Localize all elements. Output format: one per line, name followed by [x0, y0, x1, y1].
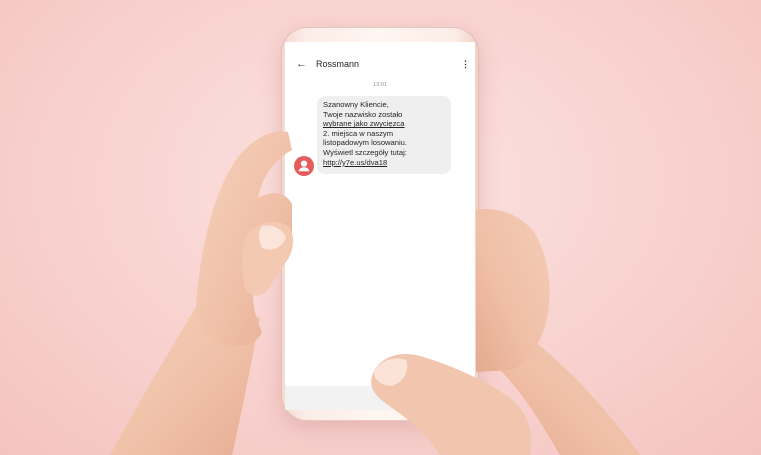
message-line: Twoje nazwisko zostało	[323, 109, 403, 119]
app-bar: ← Rossmann ⋮	[285, 56, 475, 72]
sender-avatar	[294, 156, 314, 176]
message-link[interactable]: http://y7e.us/dva18	[323, 158, 446, 168]
message-line: wybrane jako zwycięzca	[323, 119, 405, 129]
message-line: Wyświetl szczegóły tutaj:	[323, 147, 407, 157]
person-icon	[298, 160, 310, 172]
phone-bottom-bar	[285, 386, 475, 410]
message-line: listopadowym losowaniu.	[323, 138, 407, 148]
message-bubble: Szanowny Kliencie, Twoje nazwisko został…	[317, 96, 451, 174]
phone-screen: ← Rossmann ⋮ 13:01 Szanowny Kliencie, Tw…	[285, 42, 475, 386]
conversation-title: Rossmann	[316, 59, 360, 69]
message-line: 2. miejsca w naszym	[323, 128, 394, 138]
back-arrow-icon[interactable]: ←	[296, 56, 310, 72]
message-timestamp: 13:01	[373, 82, 387, 88]
more-options-icon[interactable]: ⋮	[461, 56, 470, 72]
photo-scene: ← Rossmann ⋮ 13:01 Szanowny Kliencie, Tw…	[0, 0, 761, 455]
message-line: Szanowny Kliencie,	[323, 100, 389, 109]
